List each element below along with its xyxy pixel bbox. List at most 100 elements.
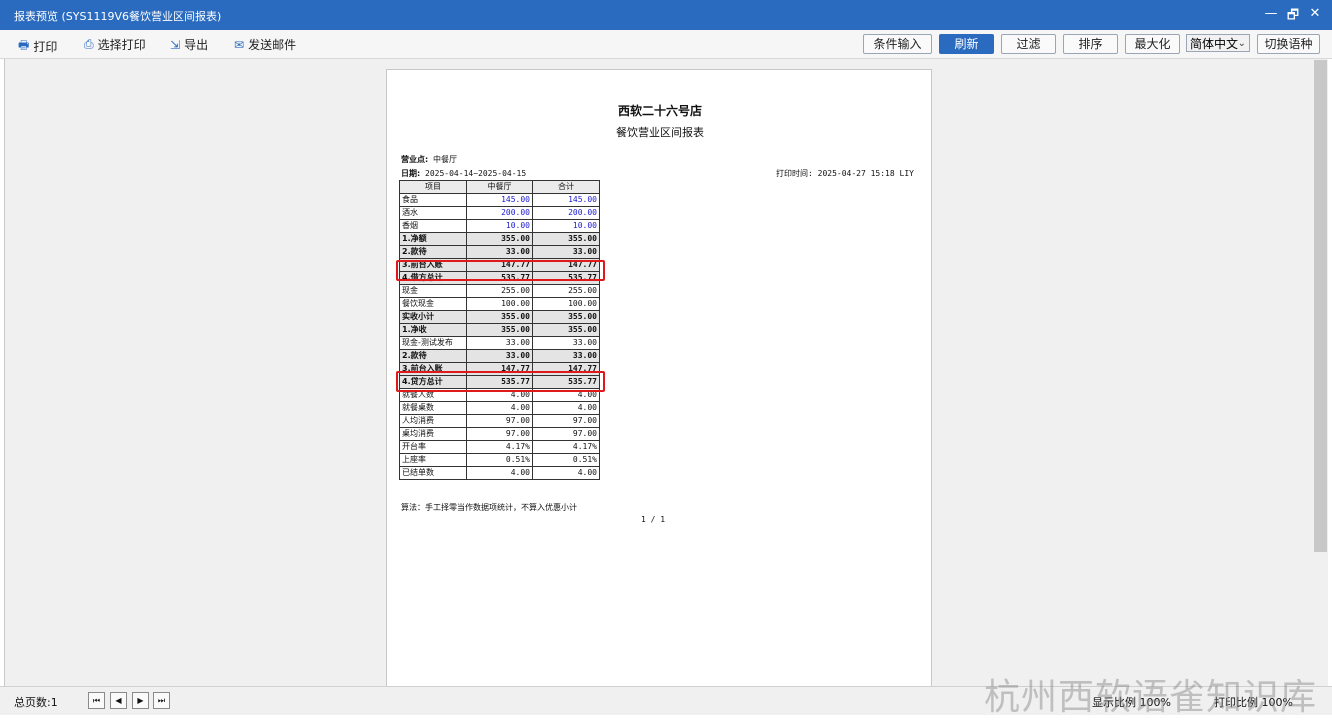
filter-button[interactable]: 过滤 <box>1001 34 1056 54</box>
row-value-cell: 4.00 <box>532 401 600 415</box>
report-title: 餐饮营业区间报表 <box>616 126 704 139</box>
row-item-cell: 实收小计 <box>399 310 467 324</box>
table-row: 已结单数 4.00 4.00 <box>399 466 600 480</box>
column-header: 合计 <box>532 180 600 194</box>
send-email-button[interactable]: ✉ 发送邮件 <box>234 36 296 53</box>
first-page-icon[interactable]: ⏮ <box>88 692 105 709</box>
maximize-button[interactable]: 最大化 <box>1125 34 1180 54</box>
row-value-cell: 145.00 <box>532 193 600 207</box>
table-row: 开台率 4.17% 4.17% <box>399 440 600 454</box>
title-bar: 报表预览 (SYS1119V6餐饮营业区间报表) — 🗗 ✕ <box>0 0 1332 30</box>
table-row: 香烟 10.00 10.00 <box>399 219 600 233</box>
language-select[interactable]: 简体中文 ⌄ <box>1186 34 1250 52</box>
row-item-cell: 现金-测试发布 <box>399 336 467 350</box>
row-value-cell: 33.00 <box>466 245 533 259</box>
select-print-label: 选择打印 <box>97 38 146 52</box>
row-item-cell: 开台率 <box>399 440 467 454</box>
table-row: 就餐桌数 4.00 4.00 <box>399 401 600 415</box>
date-label: 日期: <box>401 169 421 178</box>
language-value: 简体中文 <box>1190 37 1239 51</box>
toolbar: 🖶 打印 ⎙ 选择打印 ⇲ 导出 ✉ 发送邮件 条件输入 刷新 过滤 排序 最大… <box>0 30 1332 59</box>
prev-page-icon[interactable]: ◀ <box>110 692 127 709</box>
row-value-cell: 10.00 <box>532 219 600 233</box>
row-value-cell: 355.00 <box>466 323 533 337</box>
row-item-cell: 现金 <box>399 284 467 298</box>
date-line: 日期: 2025-04-14~2025-04-15 <box>401 168 526 179</box>
row-value-cell: 100.00 <box>466 297 533 311</box>
outlet-value: 中餐厅 <box>433 155 458 164</box>
table-row: 现金-测试发布 33.00 33.00 <box>399 336 600 350</box>
watermark: 杭州西软语雀知识库 <box>984 677 1318 718</box>
table-row: 2.款待 33.00 33.00 <box>399 349 600 363</box>
row-item-cell: 餐饮现金 <box>399 297 467 311</box>
table-row: 食品 145.00 145.00 <box>399 193 600 207</box>
select-print-button[interactable]: ⎙ 选择打印 <box>84 36 146 53</box>
row-item-cell: 1.净收 <box>399 323 467 337</box>
table-header-row: 项目 中餐厅 合计 <box>399 180 600 194</box>
highlight-box-debit-frontdesk <box>396 260 605 281</box>
row-item-cell: 就餐桌数 <box>399 401 467 415</box>
export-button[interactable]: ⇲ 导出 <box>170 36 208 53</box>
report-table: 项目 中餐厅 合计 食品 145.00 145.00 酒水 200.00 200.00 香烟… <box>399 180 600 480</box>
row-item-cell: 已结单数 <box>399 466 467 480</box>
row-value-cell: 33.00 <box>466 349 533 363</box>
switch-language-button[interactable]: 切换语种 <box>1257 34 1320 54</box>
page-indicator: 1 / 1 <box>640 515 666 524</box>
select-print-icon: ⎙ <box>84 37 94 51</box>
table-row: 2.款待 33.00 33.00 <box>399 245 600 259</box>
row-value-cell: 355.00 <box>466 232 533 246</box>
sort-button[interactable]: 排序 <box>1063 34 1118 54</box>
row-item-cell: 1.净额 <box>399 232 467 246</box>
last-page-icon[interactable]: ⏭ <box>153 692 170 709</box>
row-value-cell: 33.00 <box>466 336 533 350</box>
row-value-cell: 255.00 <box>466 284 533 298</box>
next-page-icon[interactable]: ▶ <box>132 692 149 709</box>
table-row: 现金 255.00 255.00 <box>399 284 600 298</box>
row-value-cell: 33.00 <box>532 336 600 350</box>
table-row: 桌均消费 97.00 97.00 <box>399 427 600 441</box>
row-value-cell: 355.00 <box>532 310 600 324</box>
row-value-cell: 145.00 <box>466 193 533 207</box>
column-header: 中餐厅 <box>466 180 533 194</box>
print-time: 打印时间: 2025-04-27 15:18 LIY <box>776 169 914 178</box>
row-value-cell: 33.00 <box>532 245 600 259</box>
table-row: 餐饮现金 100.00 100.00 <box>399 297 600 311</box>
row-value-cell: 200.00 <box>466 206 533 220</box>
row-item-cell: 香烟 <box>399 219 467 233</box>
row-value-cell: 355.00 <box>466 310 533 324</box>
refresh-button[interactable]: 刷新 <box>939 34 994 54</box>
row-value-cell: 255.00 <box>532 284 600 298</box>
table-row: 酒水 200.00 200.00 <box>399 206 600 220</box>
export-label: 导出 <box>184 38 209 52</box>
row-value-cell: 10.00 <box>466 219 533 233</box>
close-icon[interactable]: ✕ <box>1306 6 1324 21</box>
print-button[interactable]: 🖶 打印 <box>18 36 57 57</box>
table-row: 实收小计 355.00 355.00 <box>399 310 600 324</box>
outlet-line: 营业点: 中餐厅 <box>401 154 457 165</box>
restore-icon[interactable]: 🗗 <box>1284 6 1302 28</box>
table-row: 1.净额 355.00 355.00 <box>399 232 600 246</box>
row-value-cell: 100.00 <box>532 297 600 311</box>
row-item-cell: 桌均消费 <box>399 427 467 441</box>
row-value-cell: 97.00 <box>466 414 533 428</box>
row-value-cell: 4.00 <box>466 466 533 480</box>
table-row: 人均消费 97.00 97.00 <box>399 414 600 428</box>
row-value-cell: 0.51% <box>466 453 533 467</box>
row-value-cell: 33.00 <box>532 349 600 363</box>
report-page: 西软二十六号店 餐饮营业区间报表 营业点: 中餐厅 日期: 2025-04-14… <box>386 69 932 689</box>
date-value: 2025-04-14~2025-04-15 <box>425 169 527 178</box>
outlet-label: 营业点: <box>401 155 429 164</box>
row-value-cell: 355.00 <box>532 323 600 337</box>
minimize-icon[interactable]: — <box>1262 6 1280 21</box>
chevron-down-icon: ⌄ <box>1237 38 1246 49</box>
row-item-cell: 酒水 <box>399 206 467 220</box>
export-icon: ⇲ <box>170 37 181 52</box>
row-value-cell: 97.00 <box>532 414 600 428</box>
row-value-cell: 4.17% <box>532 440 600 454</box>
condition-input-button[interactable]: 条件输入 <box>863 34 932 54</box>
scrollbar-thumb[interactable] <box>1314 60 1327 552</box>
highlight-box-credit-frontdesk <box>396 371 605 392</box>
row-value-cell: 4.17% <box>466 440 533 454</box>
send-email-label: 发送邮件 <box>248 38 297 52</box>
row-item-cell: 2.款待 <box>399 349 467 363</box>
